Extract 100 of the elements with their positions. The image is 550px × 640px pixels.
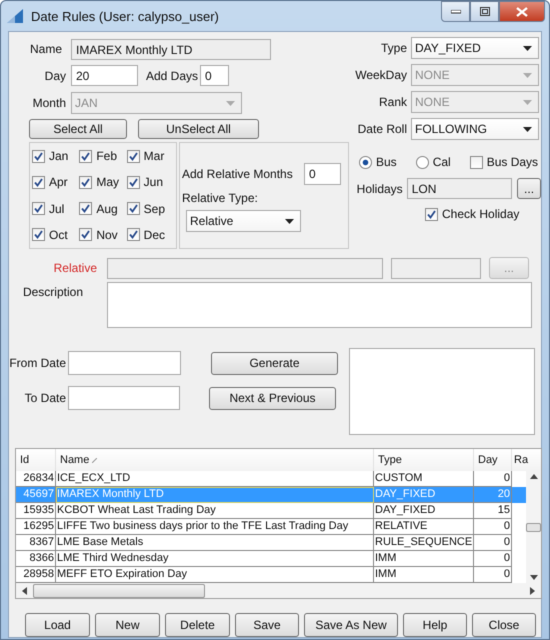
description-field[interactable] — [107, 282, 532, 328]
month-checkbox[interactable]: Jan — [32, 149, 80, 164]
month-checkbox[interactable]: Apr — [32, 175, 80, 190]
table-cell: DAY_FIXED — [374, 503, 474, 519]
radio-button[interactable]: Cal — [416, 155, 451, 169]
month-checkbox[interactable]: Feb — [79, 149, 127, 164]
checkmark-icon — [80, 203, 92, 214]
sort-icon — [92, 458, 98, 462]
field-label: From Date — [9, 356, 67, 370]
checkmark-icon — [80, 150, 92, 162]
minimize-button[interactable] — [441, 1, 470, 22]
checkmark-icon — [128, 203, 139, 214]
scroll-right-icon[interactable] — [530, 586, 535, 594]
bus-days-checkbox[interactable]: Bus Days — [470, 155, 538, 169]
month-checkbox[interactable]: Dec — [126, 228, 174, 242]
month-checkbox[interactable]: Aug — [79, 202, 127, 216]
checkmark-icon — [128, 176, 139, 188]
checkmark-icon — [80, 176, 92, 188]
day-field[interactable]: 20 — [71, 65, 138, 86]
scroll-thumb[interactable] — [33, 584, 205, 598]
action-button[interactable]: New — [95, 613, 160, 637]
checkmark-icon — [33, 150, 44, 162]
field-label: Date Roll — [356, 122, 408, 136]
field-label: Rank — [378, 95, 408, 109]
table-cell: LIFFE Two business days prior to the TFE Last Trading Day — [56, 519, 374, 535]
caret-icon — [523, 46, 532, 50]
select-all-button[interactable]: Select All — [29, 119, 127, 139]
relative-field[interactable] — [107, 258, 383, 278]
check-holiday-checkbox[interactable]: Check Holiday — [425, 207, 520, 221]
to-date-field[interactable] — [68, 386, 180, 410]
action-button[interactable]: Delete — [165, 613, 230, 637]
table-cell: 20 — [474, 487, 512, 503]
month-checkbox[interactable]: Jul — [32, 202, 80, 216]
checkmark-icon — [128, 229, 139, 240]
month-checkbox[interactable]: Oct — [32, 228, 80, 242]
scroll-thumb[interactable] — [526, 522, 541, 532]
checkmark-icon — [426, 208, 437, 220]
field-label: Month — [32, 96, 67, 110]
month-checkbox[interactable]: Jun — [126, 175, 174, 190]
column-header[interactable]: Id — [16, 449, 56, 471]
holidays-field[interactable]: LON — [406, 178, 512, 199]
table-cell: RULE_SEQUENCE — [374, 535, 474, 551]
table-cell: 0 — [474, 551, 512, 567]
table-cell: 8367 — [16, 535, 56, 551]
action-button[interactable]: Save As New — [304, 613, 398, 637]
table-cell: LME Base Metals — [56, 535, 374, 551]
horizontal-scrollbar[interactable] — [16, 583, 541, 598]
table-cell: RELATIVE — [374, 519, 474, 535]
table-cell: IMM — [374, 551, 474, 567]
checkmark-icon — [80, 229, 92, 240]
field-label: Add Days — [146, 68, 198, 82]
field-label: Add Relative Months — [182, 167, 294, 181]
relative-value-field[interactable] — [391, 258, 481, 278]
column-header[interactable]: Type — [374, 449, 474, 471]
holidays-browse-button[interactable]: ... — [517, 178, 541, 199]
caret-icon — [523, 72, 532, 78]
scroll-left-icon[interactable] — [22, 586, 27, 594]
unselect-all-button[interactable]: UnSelect All — [138, 119, 259, 139]
close-icon — [516, 6, 528, 16]
next-previous-button[interactable]: Next & Previous — [209, 386, 336, 410]
action-button[interactable]: Help — [403, 613, 467, 637]
from-date-field[interactable] — [68, 351, 181, 375]
month-checkbox[interactable]: Nov — [79, 228, 127, 242]
app-logo-icon — [5, 7, 25, 25]
name-field[interactable]: IMAREX Monthly LTD — [71, 38, 271, 60]
dropdown[interactable]: DAY_FIXED — [411, 37, 539, 59]
caret-icon — [285, 218, 294, 224]
month-checkbox[interactable]: Mar — [126, 149, 174, 164]
table-cell: 15 — [474, 503, 512, 519]
field-label: Day — [44, 68, 67, 82]
table-cell: DAY_FIXED — [374, 487, 474, 503]
table-cell: 15935 — [16, 503, 56, 519]
field-label: Relative — [52, 261, 98, 275]
add-days-field[interactable]: 0 — [200, 65, 230, 86]
caret-icon — [523, 126, 532, 132]
checkmark-icon — [33, 229, 44, 240]
caret-icon — [226, 100, 235, 106]
column-header[interactable]: Day — [474, 449, 512, 471]
action-button[interactable]: Load — [25, 613, 90, 637]
table-cell: KCBOT Wheat Last Trading Day — [56, 503, 374, 519]
column-header[interactable]: Name — [56, 449, 374, 471]
add-relative-months-field[interactable]: 0 — [304, 163, 341, 185]
relative-type-dropdown[interactable]: Relative — [186, 210, 301, 232]
checkmark-icon — [33, 176, 44, 188]
action-button[interactable]: Save — [235, 613, 299, 637]
action-button[interactable]: Close — [472, 613, 536, 637]
field-label: Holidays — [356, 182, 404, 196]
dropdown[interactable]: FOLLOWING — [411, 118, 539, 140]
field-label: WeekDay — [354, 68, 408, 82]
close-button[interactable] — [499, 1, 545, 22]
month-checkbox[interactable]: May — [79, 175, 127, 190]
table-cell: 45697 — [16, 487, 56, 503]
minimize-icon — [450, 10, 460, 14]
radio-button[interactable]: Bus — [359, 155, 397, 169]
scroll-up-icon[interactable] — [530, 474, 538, 479]
maximize-button[interactable] — [470, 1, 499, 22]
generate-button[interactable]: Generate — [211, 352, 338, 374]
month-checkbox[interactable]: Sep — [126, 202, 174, 216]
scroll-down-icon[interactable] — [530, 575, 538, 580]
table-cell: 16295 — [16, 519, 56, 535]
